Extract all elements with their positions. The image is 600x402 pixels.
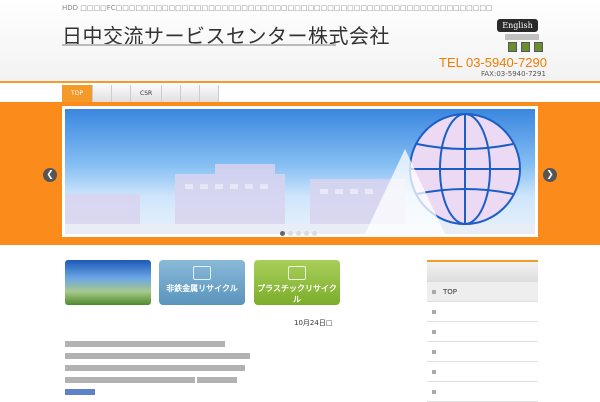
nav-item-7[interactable] xyxy=(200,85,220,102)
font-size-switcher xyxy=(508,42,543,52)
plastic-recycling-label: プラスチックリサイクル xyxy=(257,284,337,304)
language-label xyxy=(505,34,539,40)
slider-dot[interactable] xyxy=(280,231,285,236)
sidebar-item[interactable] xyxy=(427,322,538,342)
font-small-icon[interactable] xyxy=(508,42,517,52)
site-tagline: HDD □□□□FC□□□□□□□□□□□□□□□□□□□□□□□□□□□□□□… xyxy=(62,4,493,12)
body-line xyxy=(65,362,250,374)
body-line xyxy=(65,338,250,350)
news-body xyxy=(65,338,250,398)
body-link[interactable] xyxy=(65,386,250,398)
body-line xyxy=(65,350,250,362)
sidebar-heading xyxy=(427,260,538,282)
nav-item-2[interactable] xyxy=(93,85,113,102)
font-medium-icon[interactable] xyxy=(521,42,530,52)
news-date: 10月24日□ xyxy=(294,319,333,327)
sidebar-item[interactable] xyxy=(427,342,538,362)
stairs-icon xyxy=(288,266,306,280)
nonferrous-recycling-button[interactable]: 非鉄金属リサイクル xyxy=(159,260,245,305)
site-header: HDD □□□□FC□□□□□□□□□□□□□□□□□□□□□□□□□□□□□□… xyxy=(0,0,600,83)
fax-number: FAX:03-5940-7291 xyxy=(481,70,546,78)
phone-number: TEL 03-5940-7290 xyxy=(439,55,547,70)
slider-pagination xyxy=(280,231,317,236)
slider-dot[interactable] xyxy=(296,231,301,236)
hero-slide xyxy=(62,106,538,237)
body-line xyxy=(65,374,250,386)
slider-dot[interactable] xyxy=(312,231,317,236)
nav-item-top[interactable]: TOP xyxy=(62,85,94,102)
nonferrous-recycling-label: 非鉄金属リサイクル xyxy=(166,284,238,293)
sidebar-item[interactable] xyxy=(427,382,538,402)
english-button[interactable]: English xyxy=(497,19,538,32)
slider-dot[interactable] xyxy=(304,231,309,236)
sidebar: TOP xyxy=(427,260,538,402)
house-icon xyxy=(193,266,211,280)
sidebar-item-top[interactable]: TOP xyxy=(427,282,538,302)
plastic-recycling-button[interactable]: プラスチックリサイクル xyxy=(254,260,340,305)
main-nav: TOP CSR xyxy=(62,85,220,102)
sidebar-item[interactable] xyxy=(427,362,538,382)
slider-next-button[interactable]: ❯ xyxy=(543,168,557,182)
slide-image xyxy=(65,113,535,234)
font-large-icon[interactable] xyxy=(534,42,543,52)
nav-item-3[interactable] xyxy=(112,85,132,102)
slider-dot[interactable] xyxy=(288,231,293,236)
nav-item-csr[interactable]: CSR xyxy=(131,85,163,102)
landscape-thumbnail[interactable] xyxy=(65,260,151,305)
nav-item-5[interactable] xyxy=(162,85,182,102)
nav-item-6[interactable] xyxy=(181,85,201,102)
sidebar-item[interactable] xyxy=(427,302,538,322)
logo-underline xyxy=(62,44,336,46)
slider-prev-button[interactable]: ❮ xyxy=(43,168,57,182)
